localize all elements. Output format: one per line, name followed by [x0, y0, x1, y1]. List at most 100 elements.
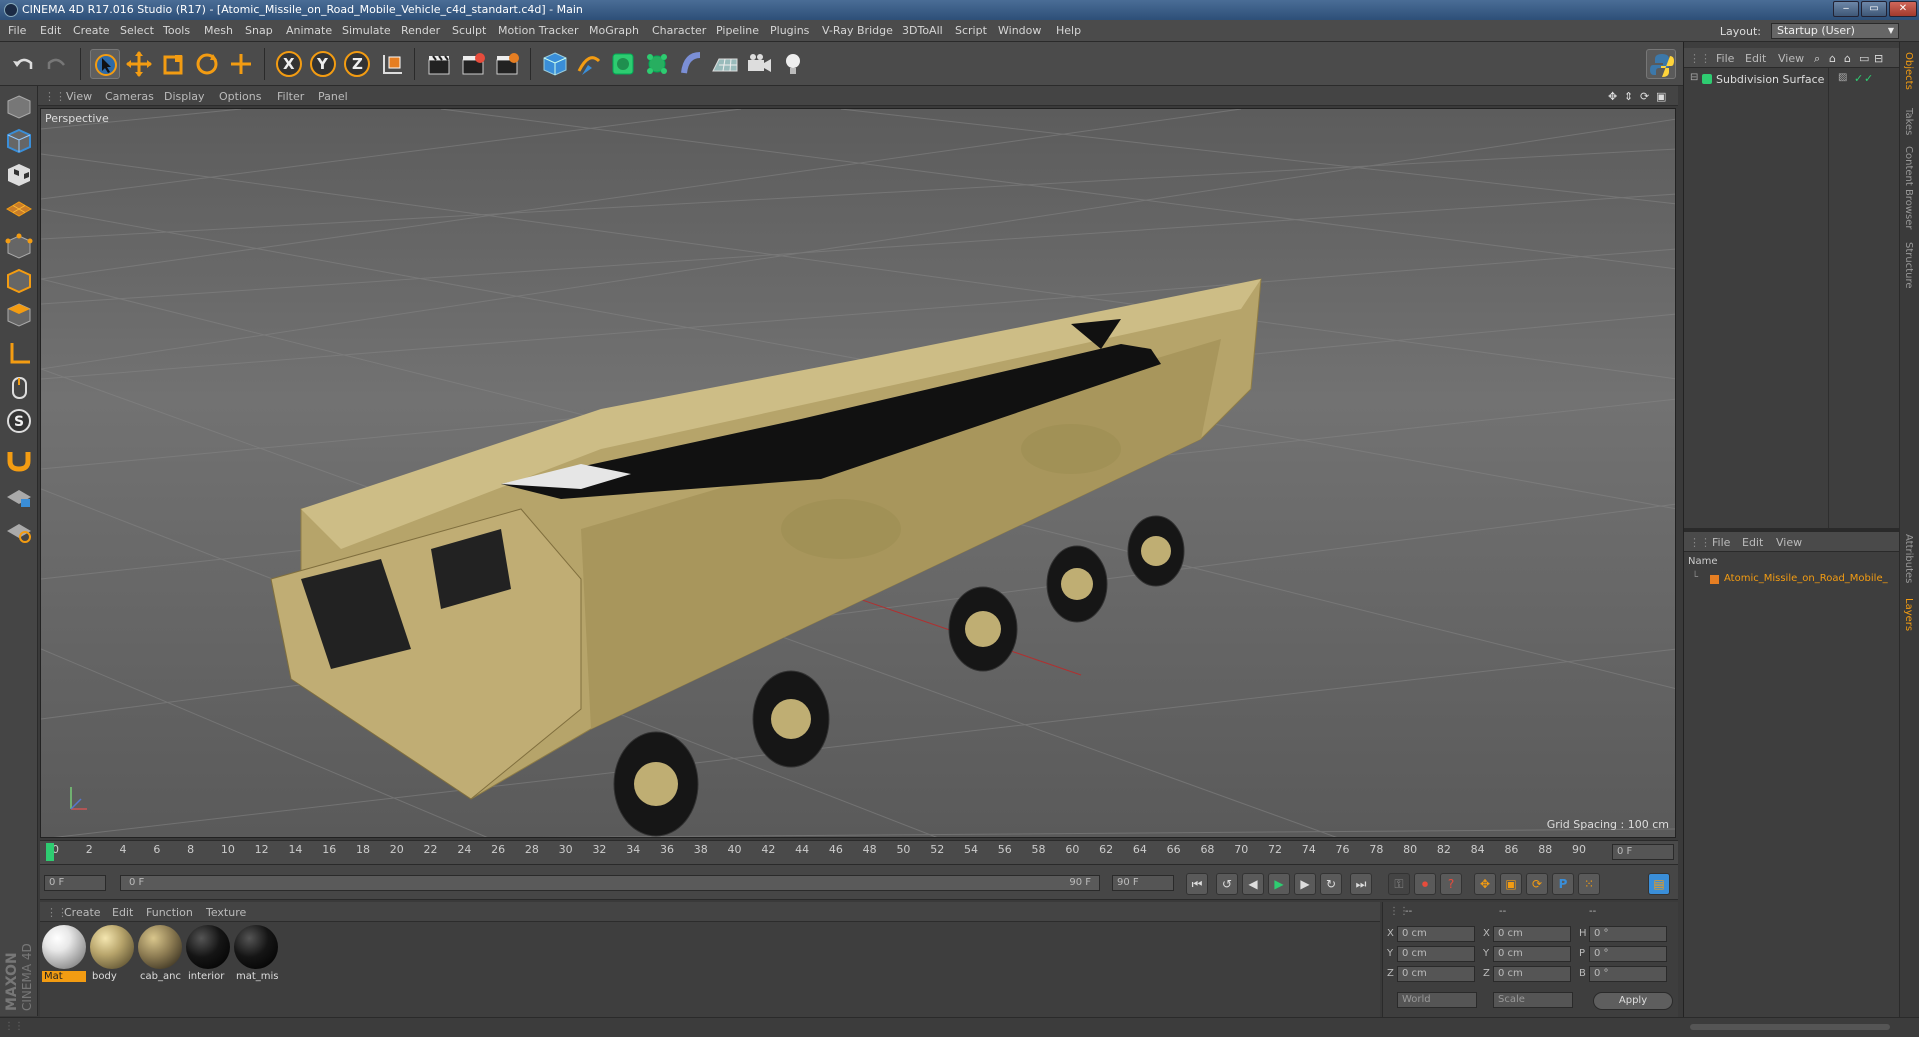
workplane-button[interactable]: [4, 194, 34, 224]
object-tree-item[interactable]: ⊟ Subdivision Surface ▨ ✓ ✓: [1688, 72, 1896, 88]
render-settings-button[interactable]: [492, 49, 522, 79]
y-axis-lock-button[interactable]: Y: [308, 49, 338, 79]
autokey-button[interactable]: ⏺: [1414, 873, 1436, 895]
current-frame-field[interactable]: 0 F: [1612, 844, 1674, 860]
side-tab-attributes[interactable]: Attributes: [1903, 534, 1914, 583]
mat-menu-create[interactable]: Create: [64, 906, 101, 919]
go-to-end-button[interactable]: ⏭: [1350, 873, 1372, 895]
menu-pipeline[interactable]: Pipeline: [716, 24, 759, 37]
mat-menu-texture[interactable]: Texture: [206, 906, 246, 919]
menu-mesh[interactable]: Mesh: [204, 24, 233, 37]
expand-icon[interactable]: ⊟: [1690, 72, 1698, 83]
array-button[interactable]: [642, 49, 672, 79]
menu-character[interactable]: Character: [652, 24, 706, 37]
position-y-field[interactable]: 0 cm: [1397, 946, 1475, 962]
material-swatch[interactable]: mat_mis: [234, 925, 279, 982]
axis-mode-button[interactable]: [4, 338, 34, 368]
menu-mograph[interactable]: MoGraph: [589, 24, 639, 37]
size-y-field[interactable]: 0 cm: [1493, 946, 1571, 962]
drag-handle-icon[interactable]: ⋮⋮: [1689, 52, 1711, 65]
menu-vray-bridge[interactable]: V-Ray Bridge: [822, 24, 893, 37]
camera-button[interactable]: [744, 49, 774, 79]
enabled-check-icon[interactable]: ✓: [1854, 72, 1863, 85]
polygons-mode-button[interactable]: [4, 300, 34, 330]
playhead[interactable]: [46, 843, 54, 861]
material-swatch[interactable]: body: [90, 925, 134, 982]
render-picture-viewer-button[interactable]: [458, 49, 488, 79]
python-button[interactable]: [1646, 49, 1676, 79]
position-z-field[interactable]: 0 cm: [1397, 966, 1475, 982]
pen-spline-button[interactable]: [574, 49, 604, 79]
make-editable-button[interactable]: [4, 92, 34, 122]
coordinate-system-button[interactable]: [376, 49, 406, 79]
vp-menu-panel[interactable]: Panel: [318, 90, 348, 103]
add-tool-button[interactable]: [226, 49, 256, 79]
rotation-h-field[interactable]: 0 °: [1589, 926, 1667, 942]
zoom-view-icon[interactable]: ⇕: [1624, 90, 1633, 103]
floor-button[interactable]: [710, 49, 740, 79]
menu-script[interactable]: Script: [955, 24, 987, 37]
size-mode-select[interactable]: Scale: [1493, 992, 1573, 1008]
x-axis-lock-button[interactable]: X: [274, 49, 304, 79]
model-mode-button[interactable]: [4, 126, 34, 156]
menu-file[interactable]: File: [8, 24, 26, 37]
vp-menu-display[interactable]: Display: [164, 90, 205, 103]
vp-menu-options[interactable]: Options: [219, 90, 261, 103]
vp-menu-filter[interactable]: Filter: [277, 90, 304, 103]
mat-menu-function[interactable]: Function: [146, 906, 193, 919]
tweak-mode-button[interactable]: [4, 372, 34, 402]
drag-handle-icon[interactable]: ⋮⋮: [44, 90, 66, 103]
material-swatch[interactable]: interior: [186, 925, 230, 982]
menu-plugins[interactable]: Plugins: [770, 24, 809, 37]
cube-primitive-button[interactable]: [540, 49, 570, 79]
lock-workplane-button[interactable]: [4, 482, 34, 512]
obj-menu-edit[interactable]: Edit: [1745, 52, 1766, 65]
size-x-field[interactable]: 0 cm: [1493, 926, 1571, 942]
texture-mode-button[interactable]: [4, 160, 34, 190]
layer-menu-file[interactable]: File: [1712, 536, 1730, 549]
rotate-tool-button[interactable]: [192, 49, 222, 79]
move-tool-button[interactable]: [124, 49, 154, 79]
key-pla-button[interactable]: ⁙: [1578, 873, 1600, 895]
scale-tool-button[interactable]: [158, 49, 188, 79]
side-tab-takes[interactable]: Takes: [1903, 108, 1914, 135]
vp-menu-view[interactable]: View: [66, 90, 92, 103]
size-z-field[interactable]: 0 cm: [1493, 966, 1571, 982]
timeline-ruler[interactable]: 0 2 4 6 8 10 12 14 16 18 20 22 24 26 28 30 32 34 36 38 40 42 4…: [40, 840, 1678, 864]
previous-key-button[interactable]: ↺: [1216, 873, 1238, 895]
layer-menu-edit[interactable]: Edit: [1742, 536, 1763, 549]
key-scale-button[interactable]: ▣: [1500, 873, 1522, 895]
vp-menu-cameras[interactable]: Cameras: [105, 90, 154, 103]
rotation-p-field[interactable]: 0 °: [1589, 946, 1667, 962]
enabled-check-icon[interactable]: ✓: [1864, 72, 1873, 85]
menu-edit[interactable]: Edit: [40, 24, 61, 37]
material-swatch[interactable]: cab_anc: [138, 925, 182, 982]
menu-window[interactable]: Window: [998, 24, 1041, 37]
menu-simulate[interactable]: Simulate: [342, 24, 391, 37]
pan-view-icon[interactable]: ✥: [1608, 90, 1617, 103]
z-axis-lock-button[interactable]: Z: [342, 49, 372, 79]
menu-render[interactable]: Render: [401, 24, 440, 37]
obj-menu-file[interactable]: File: [1716, 52, 1734, 65]
side-tab-structure[interactable]: Structure: [1903, 242, 1914, 289]
render-view-button[interactable]: [424, 49, 454, 79]
side-tab-layers[interactable]: Layers: [1903, 598, 1914, 631]
maximize-view-icon[interactable]: ▣: [1656, 90, 1666, 103]
panel-menu-icon[interactable]: ⊟: [1874, 52, 1883, 65]
play-button[interactable]: ▶: [1268, 873, 1290, 895]
go-to-start-button[interactable]: ⏮: [1186, 873, 1208, 895]
side-tab-content-browser[interactable]: Content Browser: [1903, 146, 1914, 229]
close-button[interactable]: ✕: [1889, 1, 1917, 17]
status-scrollbar[interactable]: [1690, 1024, 1890, 1030]
layer-row[interactable]: └ Atomic_Missile_on_Road_Mobile_: [1688, 572, 1896, 588]
menu-create[interactable]: Create: [73, 24, 110, 37]
menu-motion-tracker[interactable]: Motion Tracker: [498, 24, 578, 37]
start-frame-field[interactable]: 0 F: [44, 875, 106, 891]
next-frame-button[interactable]: ▶: [1294, 873, 1316, 895]
redo-button[interactable]: [42, 49, 72, 79]
rotate-view-icon[interactable]: ⟳: [1640, 90, 1649, 103]
mat-menu-edit[interactable]: Edit: [112, 906, 133, 919]
coordinate-mode-select[interactable]: World: [1397, 992, 1477, 1008]
home-icon[interactable]: ⌂: [1829, 52, 1836, 65]
menu-animate[interactable]: Animate: [286, 24, 332, 37]
